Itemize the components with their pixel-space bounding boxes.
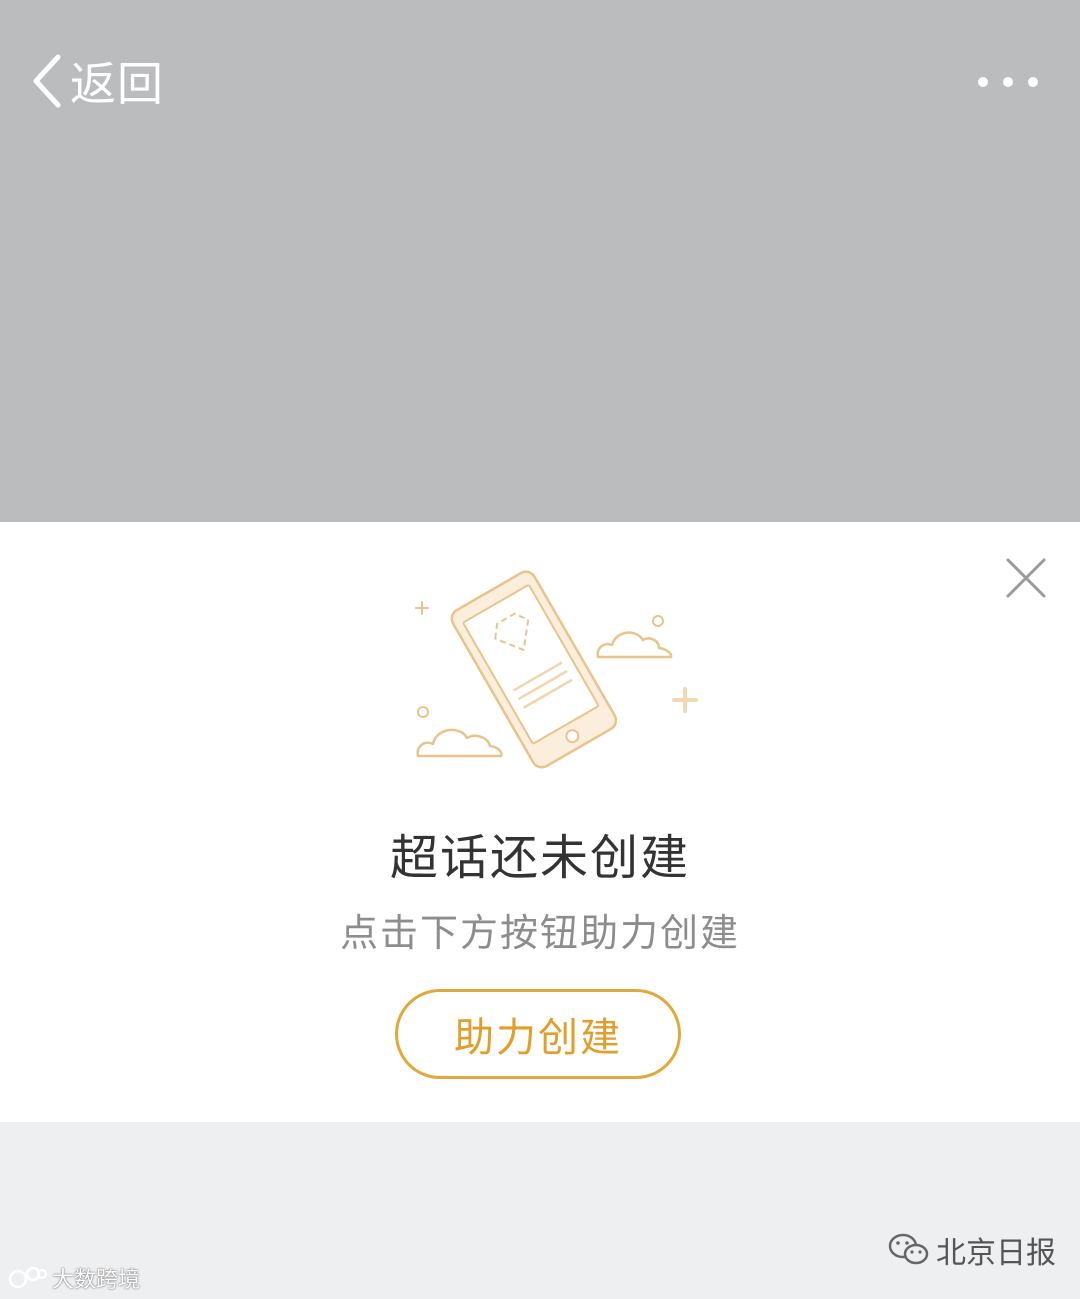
watermark-logo-icon	[8, 1266, 47, 1289]
watermark-right: 北京日报	[888, 1228, 1056, 1272]
more-options-button[interactable]	[968, 62, 1048, 102]
empty-state-title: 超话还未创建	[389, 830, 690, 886]
back-button[interactable]: 返回	[30, 50, 164, 112]
watermark-left: 大数跨境	[8, 1262, 140, 1294]
watermark-right-text: 北京日报	[936, 1236, 1056, 1271]
assist-create-button[interactable]: 助力创建	[395, 989, 681, 1079]
back-label: 返回	[70, 57, 164, 111]
wechat-icon	[888, 1233, 929, 1265]
close-icon	[1006, 558, 1046, 598]
watermark-left-text: 大数跨境	[52, 1268, 141, 1293]
more-icon	[978, 77, 1038, 87]
close-button[interactable]	[1000, 552, 1052, 604]
chevron-left-icon	[33, 54, 61, 108]
empty-state-subtitle: 点击下方按钮助力创建	[339, 911, 740, 955]
header-area: 返回	[0, 0, 1080, 522]
assist-create-button-label: 助力创建	[454, 1015, 622, 1061]
phone-illustration-icon	[415, 570, 698, 769]
